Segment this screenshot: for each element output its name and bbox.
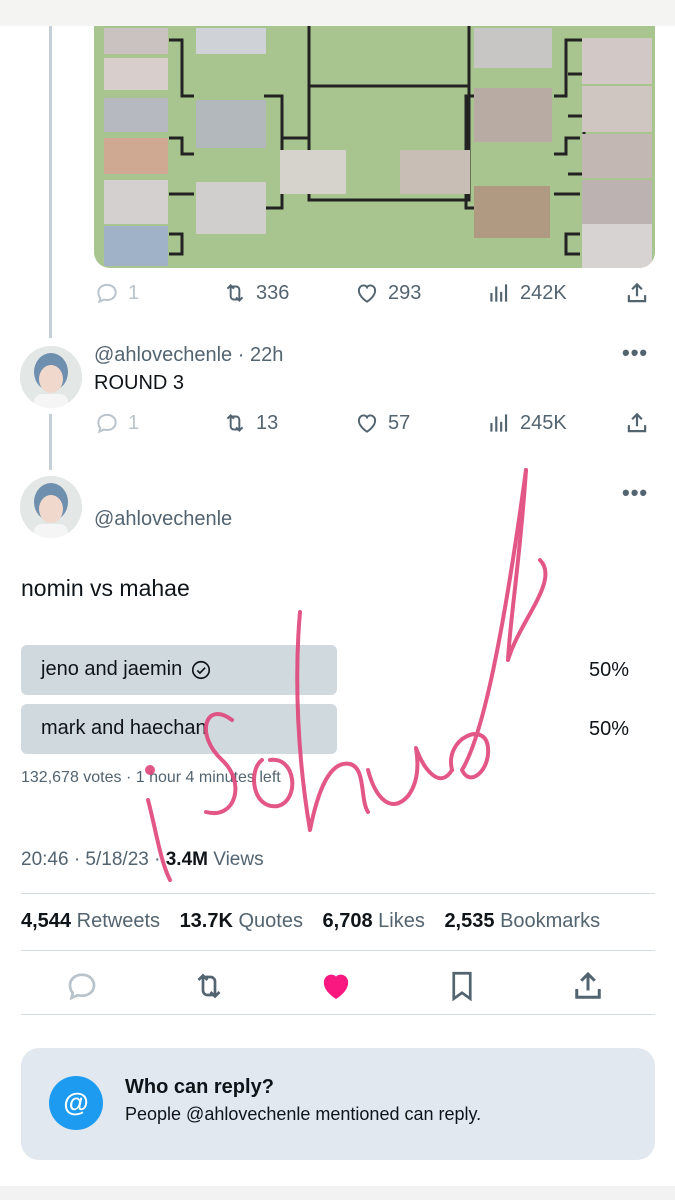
- tweet-action-bar: [0, 964, 675, 1008]
- view-count: 242K: [520, 281, 567, 304]
- like-count: 57: [388, 411, 411, 434]
- share-icon[interactable]: [570, 968, 606, 1004]
- thread-line-mid: [49, 414, 52, 470]
- retweets-stat[interactable]: 4,544 Retweets: [21, 910, 160, 932]
- divider: [21, 950, 655, 951]
- post-time: 22h: [249, 344, 284, 366]
- reply-count: 1: [128, 281, 140, 304]
- reply-icon: [97, 283, 117, 304]
- poll-option-label: mark and haechan: [41, 717, 207, 739]
- tweet-text: nomin vs mahae: [21, 575, 190, 601]
- reply-button[interactable]: 1: [94, 410, 139, 436]
- poll-votes: 132,678 votes · 1 hour 4 minutes left: [21, 769, 281, 786]
- retweet-count: 13: [256, 411, 279, 434]
- retweet-count: 336: [256, 281, 290, 304]
- likes-stat[interactable]: 6,708 Likes: [323, 910, 425, 932]
- reply-icon: [97, 413, 117, 434]
- reply-button[interactable]: 1: [94, 280, 139, 306]
- reply-card-title: Who can reply?: [125, 1076, 274, 1098]
- poll-percent: 50%: [589, 718, 630, 740]
- tweet-text: ROUND 3: [94, 372, 185, 394]
- tweet-actions-round: 1 13 57 245K: [94, 410, 654, 440]
- reply-icon[interactable]: [64, 968, 100, 1004]
- views-button[interactable]: 245K: [486, 410, 567, 436]
- avatar[interactable]: [20, 346, 82, 408]
- tweet-timestamp: 20:46 · 5/18/23 · 3.4M Views: [21, 849, 264, 870]
- top-status-bar: [0, 0, 675, 26]
- more-icon[interactable]: •••: [622, 340, 648, 366]
- divider: [21, 893, 655, 894]
- reply-card-subtitle: People @ahlovechenle mentioned can reply…: [125, 1104, 482, 1124]
- who-can-reply-card: @ Who can reply? People @ahlovechenle me…: [21, 1048, 655, 1160]
- share-button[interactable]: [624, 280, 650, 306]
- view-count: 245K: [520, 411, 567, 434]
- like-icon: [357, 414, 377, 433]
- username[interactable]: @ahlovechenle · 22h: [94, 344, 283, 367]
- poll-option-label: jeno and jaemin: [41, 658, 183, 680]
- check-circle-icon: [192, 660, 211, 679]
- at-icon: @: [49, 1076, 103, 1130]
- retweet-icon: [226, 284, 244, 302]
- share-icon: [627, 412, 647, 433]
- more-icon[interactable]: •••: [622, 480, 648, 506]
- poll-option[interactable]: mark and haechan: [41, 717, 207, 740]
- like-icon[interactable]: [318, 968, 354, 1004]
- poll-percent: 50%: [589, 659, 630, 681]
- username[interactable]: @ahlovechenle: [94, 508, 232, 531]
- photo-thumbnails-right: [400, 28, 652, 268]
- bookmark-icon[interactable]: [444, 968, 480, 1004]
- views-icon: [490, 414, 508, 432]
- share-icon: [627, 282, 647, 303]
- poll-option[interactable]: jeno and jaemin: [41, 658, 212, 681]
- views-count: 3.4M: [165, 849, 208, 870]
- share-button[interactable]: [624, 410, 650, 436]
- tweet-stats: 4,544 Retweets 13.7K Quotes 6,708 Likes …: [21, 910, 614, 933]
- tweet-actions-first: 1 336 293 242K: [94, 280, 654, 310]
- quotes-stat[interactable]: 13.7K Quotes: [180, 910, 303, 932]
- retweet-icon: [226, 414, 244, 432]
- views-icon: [490, 284, 508, 302]
- thread-line-top: [49, 26, 52, 338]
- views-button[interactable]: 242K: [486, 280, 567, 306]
- like-count: 293: [388, 281, 422, 304]
- retweet-button[interactable]: 336: [222, 280, 289, 306]
- reply-count: 1: [128, 411, 140, 434]
- bookmarks-stat[interactable]: 2,535 Bookmarks: [444, 910, 600, 932]
- bracket-image[interactable]: [94, 26, 655, 268]
- divider: [21, 1014, 655, 1015]
- like-button[interactable]: 293: [354, 280, 421, 306]
- retweet-button[interactable]: 13: [222, 410, 278, 436]
- avatar[interactable]: [20, 476, 82, 538]
- like-button[interactable]: 57: [354, 410, 410, 436]
- like-icon: [357, 284, 377, 303]
- bottom-bar: [0, 1186, 675, 1200]
- retweet-icon[interactable]: [191, 968, 227, 1004]
